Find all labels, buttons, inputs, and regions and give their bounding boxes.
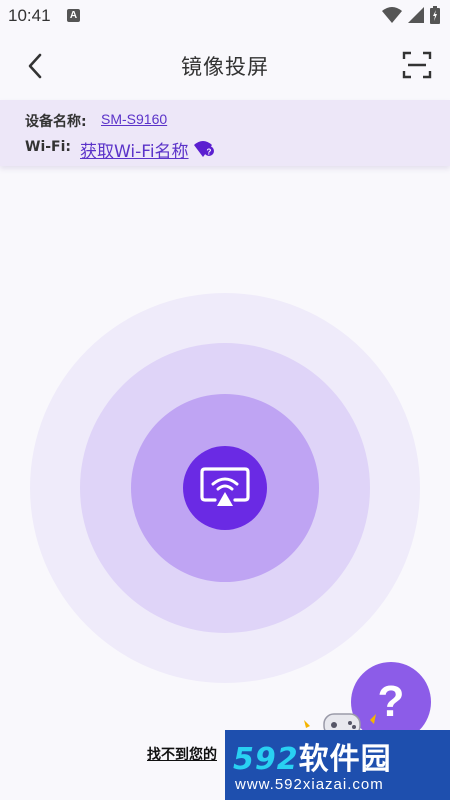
wifi-question-icon[interactable]: ? <box>194 140 216 158</box>
page-title: 镜像投屏 <box>181 55 269 79</box>
wifi-label: Wi-Fi: <box>25 139 72 155</box>
screen-cast-button[interactable] <box>183 446 267 530</box>
device-name-label: 设备名称: <box>25 114 87 130</box>
status-icons <box>382 6 440 24</box>
status-bar: 10:41 A <box>0 0 450 34</box>
get-wifi-name-link[interactable]: 获取Wi-Fi名称 <box>80 137 189 162</box>
signal-icon <box>408 7 424 23</box>
screen-cast-icon <box>200 467 250 506</box>
watermark-logo: 592软件园 <box>233 734 392 778</box>
scan-icon <box>402 51 432 79</box>
cannot-find-device-link[interactable]: 找不到您的 <box>147 744 217 764</box>
header: 镜像投屏 <box>0 34 450 98</box>
device-info-panel: 设备名称: SM-S9160 Wi-Fi: 获取Wi-Fi名称 ? <box>0 100 450 166</box>
watermark-banner: 592软件园 www.592xiazai.com <box>225 730 450 800</box>
battery-icon <box>430 6 440 24</box>
status-time: 10:41 <box>8 6 51 25</box>
watermark-logo-number: 592 <box>233 742 299 777</box>
watermark-url: www.592xiazai.com <box>235 776 384 793</box>
watermark-logo-text: 软件园 <box>298 742 392 777</box>
notification-icon: A <box>67 9 80 22</box>
svg-text:?: ? <box>207 148 212 157</box>
scan-button[interactable] <box>402 50 432 80</box>
device-name-value: SM-S9160 <box>101 111 168 127</box>
wifi-icon <box>382 7 402 23</box>
